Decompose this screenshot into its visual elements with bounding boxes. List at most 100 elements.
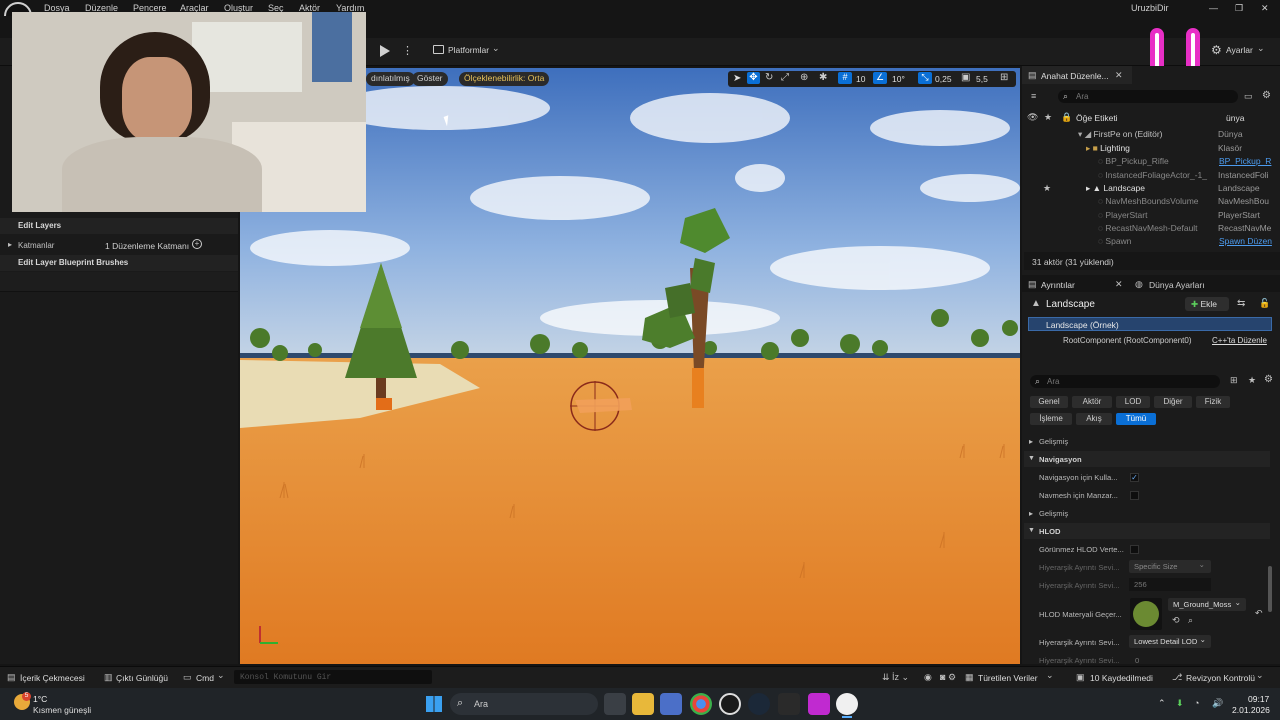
chevron-right-icon[interactable]: ▸ (8, 240, 12, 249)
column-item-label[interactable]: Öğe Etiketi (1076, 113, 1118, 123)
task-view-icon[interactable] (604, 693, 626, 715)
scale-snap-icon[interactable]: ⤡ (918, 72, 932, 84)
lock-icon[interactable]: 🔓 (1259, 298, 1270, 309)
settings-icon[interactable]: ⚙ (1262, 90, 1271, 101)
file-explorer-icon[interactable] (632, 693, 654, 715)
root-component-label[interactable]: RootComponent (RootComponent0) (1063, 336, 1192, 345)
details-scrollbar[interactable] (1268, 566, 1272, 612)
tree-item-recast[interactable]: ◌ RecastNavMesh-Default (1098, 223, 1198, 233)
more-options-icon[interactable]: ⋮ (402, 44, 413, 57)
settings-icon[interactable]: ⚙ (948, 672, 956, 683)
move-tool-icon[interactable]: ✥ (747, 72, 760, 84)
scalability-warning[interactable]: Ölçeklenebilirlik: Orta (459, 72, 550, 86)
outliner-title[interactable]: Anahat Düzenle... (1041, 71, 1109, 81)
cmd-dropdown[interactable]: Cmd (196, 673, 214, 683)
pin-icon[interactable]: ★ (1044, 112, 1052, 123)
hlod-lod-dropdown[interactable]: Lowest Detail LOD ⌄ (1129, 635, 1211, 648)
filter-all[interactable]: Tümü (1116, 413, 1156, 425)
filter-general[interactable]: Genel (1030, 396, 1068, 408)
trace-icon[interactable]: ⇊ İz ⌄ (882, 672, 909, 683)
world-settings-tab[interactable]: Dünya Ayarları (1149, 280, 1205, 290)
tree-type-link[interactable]: Spawn Düzen (1219, 236, 1272, 246)
hlod-value-field[interactable]: 256 (1129, 578, 1211, 591)
folder-add-icon[interactable]: ▭ (1244, 91, 1253, 102)
minimize-icon[interactable]: — (1209, 3, 1218, 13)
browse-asset-icon[interactable]: ⟲ (1172, 615, 1180, 626)
hlod-category[interactable]: HLOD (1024, 523, 1270, 539)
navigation-category[interactable]: Navigasyon (1024, 451, 1270, 467)
streaming-app-icon[interactable] (808, 693, 830, 715)
filter-lod[interactable]: LOD (1116, 396, 1150, 408)
lock-icon[interactable]: 🔒 (1061, 112, 1072, 123)
nav-checkbox-2[interactable] (1130, 491, 1139, 500)
scale-tool-icon[interactable]: ⤢ (781, 72, 789, 83)
close-window-icon[interactable]: ✕ (1261, 3, 1269, 14)
surface-snap-icon[interactable]: ✱ (819, 72, 827, 83)
content-drawer-button[interactable]: İçerik Çekmecesi (20, 673, 85, 683)
record-icon[interactable]: ◉ (924, 672, 932, 683)
clock-time[interactable]: 09:17 (1248, 694, 1269, 704)
chevron-right-icon[interactable]: ▸ (1029, 509, 1033, 518)
advanced-label-2[interactable]: Gelişmiş (1039, 509, 1068, 518)
unreal-editor-icon[interactable] (836, 693, 858, 715)
tree-item-pickup[interactable]: ◌ BP_Pickup_Rifle (1098, 156, 1169, 166)
taskbar-search-input[interactable] (450, 693, 598, 715)
column-type[interactable]: ünya (1226, 113, 1244, 123)
add-component-button[interactable]: ✚ Ekle (1185, 297, 1229, 311)
rotation-snap-value[interactable]: 10° (892, 74, 905, 84)
tree-item-foliage[interactable]: ◌ InstancedFoliageActor_-1_ (1098, 170, 1207, 180)
show-menu-button[interactable]: Göster (412, 72, 448, 86)
clock-date[interactable]: 2.01.2026 (1232, 705, 1270, 715)
tree-item-navmesh-bounds[interactable]: ◌ NavMeshBoundsVolume (1098, 196, 1199, 206)
edit-in-cpp-link[interactable]: C++'ta Düzenle (1212, 336, 1267, 345)
star-icon[interactable]: ★ (1248, 375, 1256, 386)
visibility-eye-icon[interactable]: 👁 (1027, 112, 1038, 123)
reset-icon[interactable]: ↶ (1255, 608, 1263, 619)
camera-speed-value[interactable]: 5,5 (976, 74, 988, 84)
store-icon[interactable] (660, 693, 682, 715)
find-asset-icon[interactable]: ⌕ (1188, 615, 1193, 626)
filter-rendering[interactable]: İşleme (1030, 413, 1072, 425)
star-icon[interactable]: ★ (1043, 183, 1051, 194)
revision-control-button[interactable]: Revizyon Kontrolü (1186, 673, 1255, 683)
unsaved-button[interactable]: 10 Kaydedilmedi (1090, 673, 1153, 683)
platforms-button[interactable]: Platformlar (448, 45, 489, 55)
hlod-checkbox[interactable] (1130, 545, 1139, 554)
close-tab-icon[interactable]: ✕ (1115, 279, 1123, 290)
details-tab[interactable]: Ayrıntılar (1041, 280, 1075, 290)
material-dropdown[interactable]: M_Ground_Moss ⌄ (1168, 598, 1246, 611)
filter-streaming[interactable]: Akış (1076, 413, 1112, 425)
steam-icon[interactable] (748, 693, 770, 715)
filter-icon[interactable]: ≡ (1031, 91, 1036, 101)
tree-item-landscape[interactable]: ▸ ▲ Landscape (1086, 183, 1145, 194)
wifi-icon[interactable]: ◔ (1194, 698, 1199, 708)
edit-layers-header[interactable]: Edit Layers (0, 218, 238, 234)
windows-start-icon[interactable] (426, 696, 442, 712)
rotate-tool-icon[interactable]: ↻ (765, 72, 773, 83)
camera-icon[interactable]: ◙ (940, 672, 945, 682)
world-local-icon[interactable]: ⊕ (800, 72, 808, 83)
play-icon[interactable] (380, 45, 390, 57)
tray-app-icon[interactable]: ⬇ (1176, 698, 1184, 709)
tray-chevron-up-icon[interactable]: ⌃ (1158, 698, 1166, 709)
material-thumbnail[interactable] (1130, 598, 1162, 630)
chevron-right-icon[interactable]: ▸ (1029, 437, 1033, 446)
settings-icon[interactable]: ⚙ (1264, 374, 1273, 385)
grid-snap-value[interactable]: 10 (856, 74, 865, 84)
nav-checkbox-1[interactable]: ✓ (1130, 473, 1139, 482)
blueprint-icon[interactable]: ⇆ (1237, 298, 1245, 309)
rotation-snap-icon[interactable]: ∠ (873, 72, 887, 84)
lit-mode-button[interactable]: dınlatılmış (366, 72, 415, 86)
scale-snap-value[interactable]: 0,25 (935, 74, 952, 84)
chrome-icon[interactable] (690, 693, 712, 715)
tree-item-playerstart[interactable]: ◌ PlayerStart (1098, 210, 1147, 220)
select-tool-icon[interactable]: ➤ (733, 73, 741, 84)
camera-speed-icon[interactable]: ▣ (961, 72, 970, 83)
hlod-size-dropdown[interactable]: Specific Size ⌄ (1129, 560, 1211, 573)
filter-actor[interactable]: Aktör (1072, 396, 1112, 408)
table-view-icon[interactable]: ⊞ (1230, 375, 1238, 386)
add-layer-icon[interactable]: + (192, 239, 202, 249)
close-tab-icon[interactable]: ✕ (1115, 70, 1123, 81)
tree-type-link[interactable]: BP_Pickup_R (1219, 156, 1271, 166)
derived-data-button[interactable]: Türetilen Veriler (978, 673, 1038, 683)
